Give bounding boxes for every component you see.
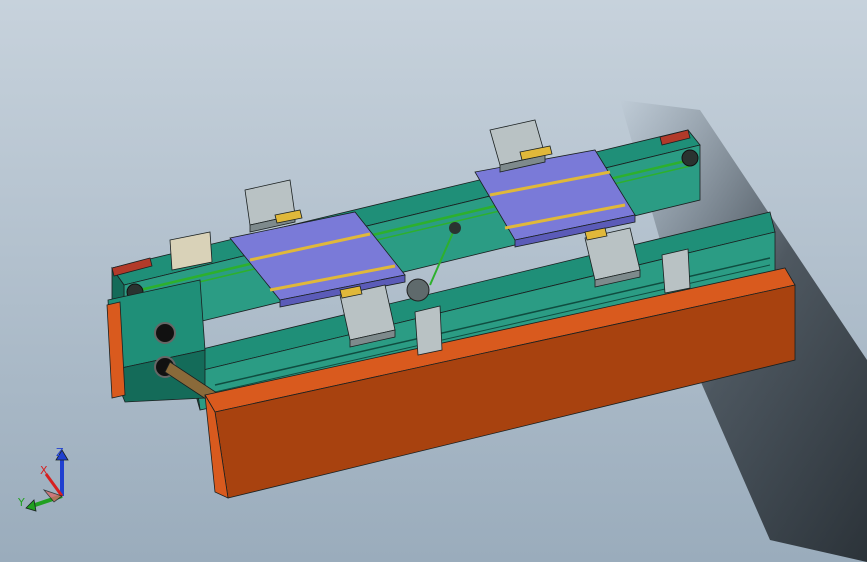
y-axis-arrow xyxy=(25,499,37,512)
x-axis-label: X xyxy=(40,464,48,477)
sensor-bracket-left xyxy=(414,305,443,356)
z-axis-label: Z xyxy=(56,446,64,459)
back-pulley-right xyxy=(681,149,699,167)
left-shaft-hole-upper xyxy=(154,322,176,344)
sensor-bracket-right xyxy=(661,248,691,294)
cad-model-view[interactable] xyxy=(0,0,867,562)
y-axis-label: Y xyxy=(17,496,25,509)
axis-triad: Z Y X xyxy=(17,446,69,512)
3d-viewport[interactable]: Z Y X xyxy=(0,0,867,562)
